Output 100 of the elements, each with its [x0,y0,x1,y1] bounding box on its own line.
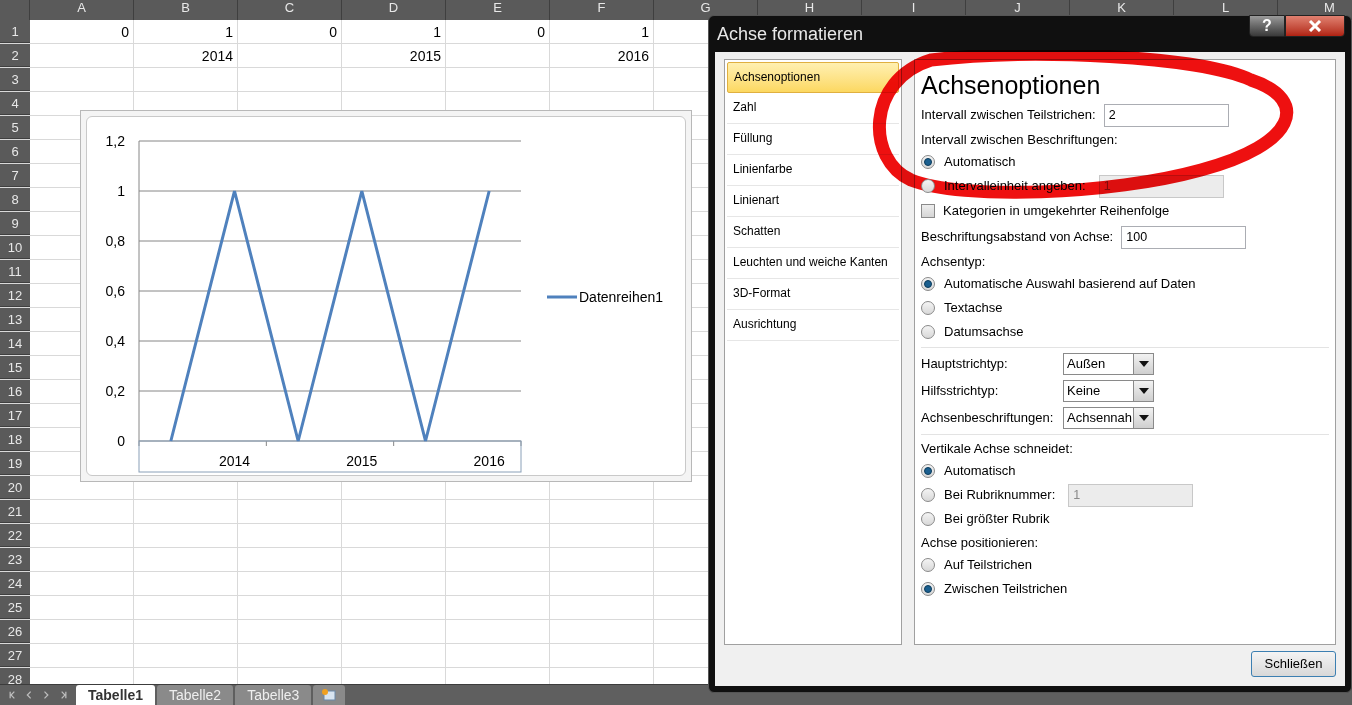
field-label: Intervall zwischen Teilstrichen: [921,106,1096,125]
axis-selection-frame[interactable] [138,440,522,473]
radio-label: Automatisch [944,153,1016,172]
row-header[interactable]: 15 [0,356,30,379]
row-header[interactable]: 7 [0,164,30,187]
radio-button[interactable] [921,325,935,339]
column-header[interactable]: F [550,0,654,20]
radio-button[interactable] [921,301,935,315]
radio-label: Bei Rubriknummer: [944,486,1056,505]
row-header[interactable]: 1 [0,20,30,43]
row-header[interactable]: 10 [0,236,30,259]
dropdown[interactable]: Achsennah [1063,406,1154,429]
group-label: Vertikale Achse schneidet: [921,440,1074,458]
dropdown[interactable]: Außen [1063,352,1154,375]
radio-label: Textachse [944,299,1003,318]
chart-area[interactable]: 0 0,2 0,4 0,6 0,8 1 1,2 2014 2015 2016 Datenreihen1 [80,110,692,482]
row-header[interactable]: 2 [0,44,30,67]
row-header[interactable]: 5 [0,116,30,139]
row-header[interactable]: 19 [0,452,30,475]
category-item[interactable]: Achsenoptionen [727,62,899,93]
radio-button[interactable] [921,512,935,526]
category-item[interactable]: Leuchten und weiche Kanten [727,248,899,279]
axis-tick-label: 0,8 [105,233,125,249]
axis-category-label: 2014 [218,453,251,469]
category-item[interactable]: Zahl [727,93,899,124]
sheet-tab[interactable]: Tabelle2 [157,685,234,705]
column-header[interactable]: D [342,0,446,20]
axis-tick-label: 0 [117,433,125,449]
cell-value: 1 [433,24,441,40]
axis-tick-label: 0,2 [105,383,125,399]
category-item[interactable]: Schatten [727,217,899,248]
radio-label: Auf Teilstrichen [944,556,1032,575]
sheet-tab[interactable]: Tabelle3 [235,685,312,705]
category-item[interactable]: Ausrichtung [727,310,899,341]
close-icon [1308,20,1322,32]
cell-value: 0 [121,24,129,40]
row-header[interactable]: 26 [0,620,30,643]
axis-tick-label: 1 [117,183,125,199]
category-item[interactable]: Linienart [727,186,899,217]
dropdown-label: Hauptstrichtyp: [921,354,1009,373]
row-header[interactable]: 6 [0,140,30,163]
row-header[interactable]: 14 [0,332,30,355]
radio-button[interactable] [921,558,935,572]
new-sheet-icon[interactable] [313,685,346,705]
row-header[interactable]: 13 [0,308,30,331]
checkbox-label: Kategorien in umgekehrter Reihenfolge [943,202,1170,221]
axis-category-label: 2016 [473,453,505,469]
dropdown[interactable]: Keine [1063,379,1154,402]
row-header[interactable]: 11 [0,260,30,283]
dropdown-label: Achsenbeschriftungen: [921,408,1055,427]
row-header[interactable]: 8 [0,188,30,211]
cell-value: 0 [537,24,545,40]
radio-button[interactable] [921,464,935,478]
axis-tick-label: 0,6 [105,283,125,299]
help-button[interactable]: ? [1249,15,1285,37]
checkbox[interactable] [921,204,935,218]
column-header[interactable]: C [238,0,342,20]
legend-label: Datenreihen1 [579,289,664,305]
row-header[interactable]: 4 [0,92,30,115]
category-item[interactable]: Füllung [727,124,899,155]
row-header[interactable]: 12 [0,284,30,307]
column-header[interactable]: A [30,0,134,20]
section-heading: Achsenoptionen [921,70,1102,100]
legend-line-icon [547,295,577,299]
radio-label: Automatisch [944,462,1016,481]
row-header[interactable]: 20 [0,476,30,499]
group-label: Achsentyp: [921,253,987,271]
row-header[interactable]: 21 [0,500,30,523]
column-header[interactable]: B [134,0,238,20]
row-header[interactable]: 24 [0,572,30,595]
row-header[interactable]: 22 [0,524,30,547]
close-dialog-button[interactable]: Schließen [1251,651,1336,677]
radio-button[interactable] [921,155,935,169]
row-header[interactable]: 16 [0,380,30,403]
cell-value: 2016 [617,48,649,64]
group-label: Intervall zwischen Beschriftungen: [921,131,1119,149]
row-header[interactable]: 25 [0,596,30,619]
row-header[interactable]: 9 [0,212,30,235]
sheet-tab[interactable]: Tabelle1 [76,685,155,705]
cell-value: 1 [225,24,233,40]
input-field[interactable]: 100 [1121,225,1247,249]
field-label: Beschriftungsabstand von Achse: [921,228,1114,247]
column-header[interactable]: E [446,0,550,20]
radio-button[interactable] [921,277,935,291]
radio-button[interactable] [921,582,935,596]
row-header[interactable]: 27 [0,644,30,667]
row-header[interactable]: 18 [0,428,30,451]
dropdown-label: Hilfsstrichtyp: [921,381,1000,400]
row-header[interactable]: 3 [0,68,30,91]
category-item[interactable]: 3D-Format [727,279,899,310]
caret-icon [1133,407,1153,428]
close-button[interactable] [1285,15,1345,37]
radio-label: Automatische Auswahl basierend auf Daten [944,275,1196,294]
input-field[interactable]: 2 [1103,103,1229,127]
radio-label: Zwischen Teilstrichen [944,580,1068,599]
row-header[interactable]: 23 [0,548,30,571]
previous-sheet-icon[interactable] [24,690,34,700]
category-item[interactable]: Linienfarbe [727,155,899,186]
dialog-title: Achse formatieren [716,22,864,46]
row-header[interactable]: 17 [0,404,30,427]
